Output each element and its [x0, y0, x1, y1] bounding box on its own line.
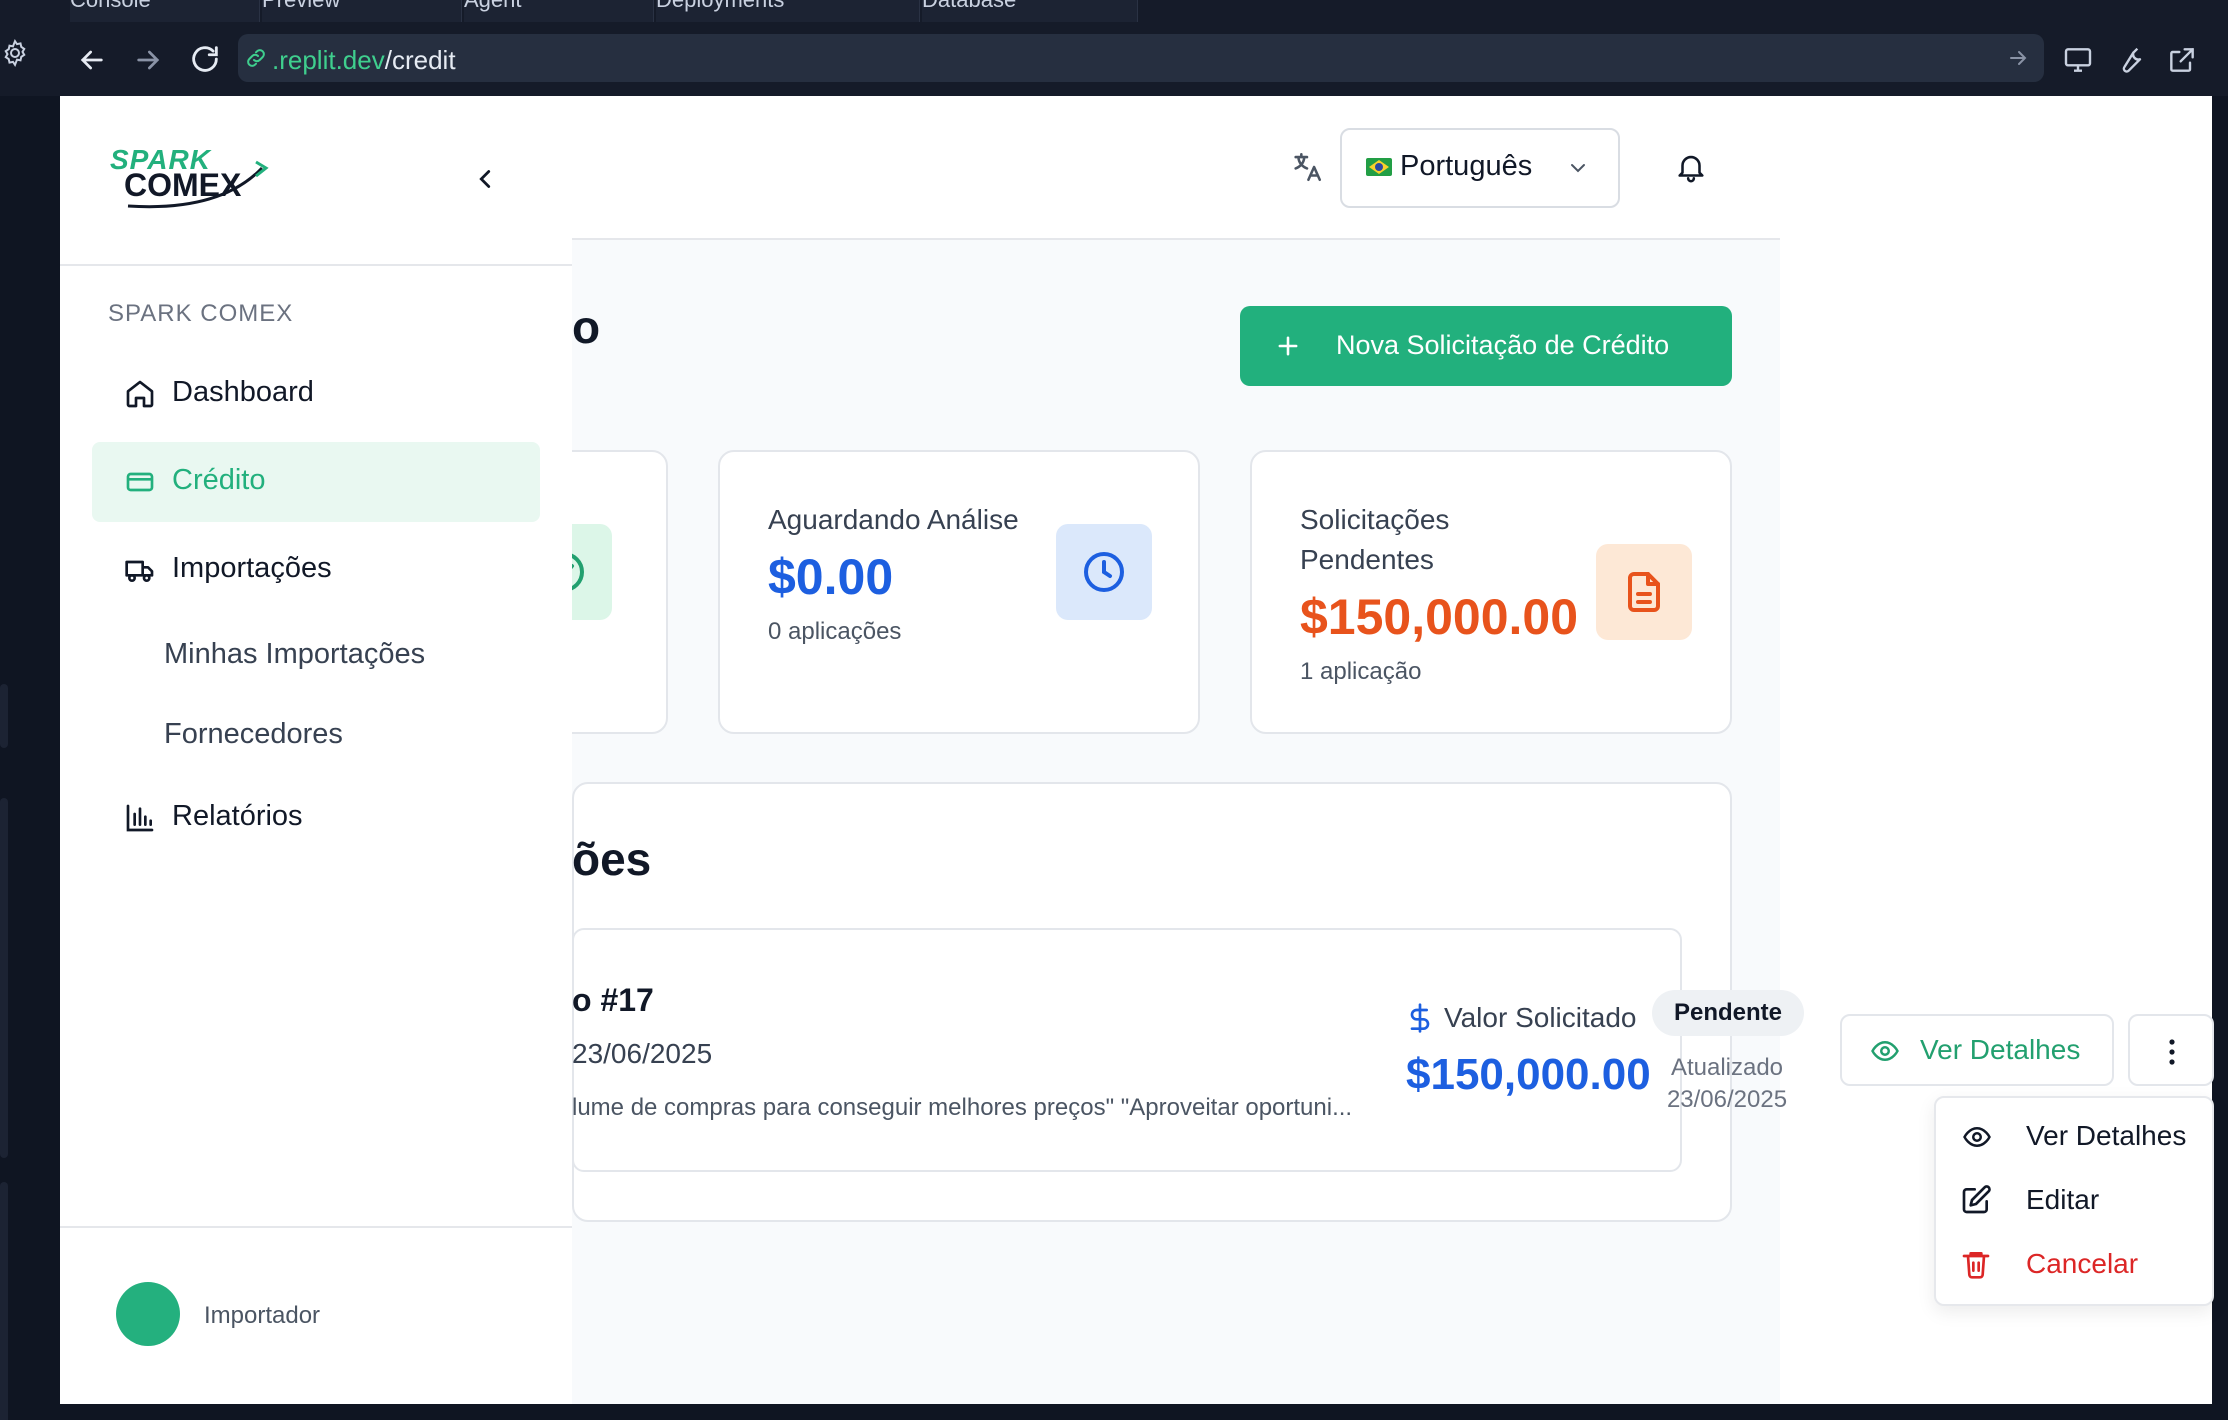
- plus-icon: [1274, 332, 1302, 360]
- updated-date: 23/06/2025: [1666, 1086, 1788, 1113]
- url-go-arrow-icon[interactable]: [2006, 46, 2030, 70]
- ide-tab-strip: Console Preview Agent Deployments Databa…: [0, 0, 2228, 22]
- sidebar-section-label: SPARK COMEX: [108, 300, 294, 327]
- settings-gear-icon[interactable]: [0, 38, 30, 68]
- stat-value: $150,000.00: [1300, 589, 1579, 645]
- eye-icon: [1960, 1122, 1994, 1152]
- url-text[interactable]: .replit.dev/credit: [272, 44, 456, 76]
- ide-tab-database[interactable]: Database: [922, 0, 1138, 22]
- menu-item-cancel[interactable]: Cancelar: [1936, 1234, 2212, 1294]
- eye-icon: [1868, 1036, 1902, 1066]
- dollar-icon: [1404, 1000, 1436, 1036]
- tab-label: Preview: [262, 0, 340, 12]
- spark-comex-logo[interactable]: SPARK COMEX: [110, 146, 270, 212]
- language-label: Português: [1400, 150, 1533, 182]
- bar-chart-icon: [124, 802, 156, 834]
- updated-label: Atualizado: [1670, 1054, 1784, 1081]
- menu-item-label: Editar: [2026, 1184, 2100, 1215]
- clock-icon: [1056, 524, 1152, 620]
- sidebar-subitem-suppliers[interactable]: Fornecedores: [164, 718, 343, 751]
- actions-dropdown-menu: Ver Detalhes Editar Cancelar: [1934, 1096, 2214, 1306]
- rail-chip: [0, 798, 8, 1158]
- menu-item-label: Cancelar: [2026, 1248, 2139, 1279]
- chevron-down-icon: [1566, 156, 1590, 180]
- reload-icon[interactable]: [188, 42, 222, 76]
- link-icon: [244, 46, 268, 70]
- sidebar-item-reports[interactable]: Relatórios: [92, 778, 540, 858]
- more-vertical-icon: [2160, 1036, 2184, 1068]
- user-role-label: Importador: [204, 1302, 321, 1329]
- credit-card-icon: [124, 466, 156, 498]
- back-arrow-icon[interactable]: [76, 44, 108, 76]
- edit-icon: [1960, 1184, 1992, 1216]
- logo-swoosh: [127, 160, 269, 209]
- collapse-sidebar-chevron-icon[interactable]: [470, 164, 500, 194]
- view-details-button[interactable]: Ver Detalhes: [1840, 1014, 2114, 1086]
- truck-icon: [124, 554, 156, 586]
- url-bar[interactable]: [238, 34, 2044, 82]
- brazil-flag-icon: [1366, 158, 1392, 176]
- sidebar-item-label: Dashboard: [172, 376, 314, 408]
- sidebar-item-label: Relatórios: [172, 800, 303, 832]
- requests-section-title: ões: [572, 833, 652, 885]
- view-details-label: Ver Detalhes: [1920, 1034, 2081, 1065]
- ide-left-rail: [0, 96, 60, 1420]
- rail-chip: [0, 1182, 8, 1420]
- stat-sub: 1 aplicação: [1300, 658, 1422, 685]
- home-icon: [124, 378, 156, 410]
- trash-icon: [1960, 1248, 1992, 1280]
- tab-label: Deployments: [656, 0, 784, 12]
- notification-bell-icon[interactable]: [1674, 150, 1708, 184]
- device-preview-icon[interactable]: [2062, 44, 2094, 76]
- sidebar-item-dashboard[interactable]: Dashboard: [92, 354, 540, 434]
- ide-tab-console[interactable]: Console: [70, 0, 260, 22]
- sidebar-subitem-my-imports[interactable]: Minhas Importações: [164, 638, 425, 671]
- tab-label: Console: [70, 0, 151, 12]
- page-title: o: [572, 301, 601, 353]
- menu-item-edit[interactable]: Editar: [1936, 1170, 2212, 1230]
- status-badge: Pendente: [1652, 990, 1804, 1036]
- stat-card-pending: Solicitações Pendentes $150,000.00 1 apl…: [1250, 450, 1732, 734]
- sidebar-item-label: Importações: [172, 552, 332, 584]
- request-description: lume de compras para conseguir melhores …: [572, 1094, 1353, 1121]
- devtools-wrench-icon[interactable]: [2114, 44, 2146, 76]
- stat-label: Aguardando Análise: [768, 504, 1019, 535]
- requested-value-label: Valor Solicitado: [1444, 1002, 1637, 1033]
- url-path: /credit: [384, 45, 456, 75]
- ide-tab-preview[interactable]: Preview: [262, 0, 462, 22]
- menu-item-label: Ver Detalhes: [2026, 1120, 2187, 1151]
- tab-label: Agent: [464, 0, 522, 12]
- stat-card-awaiting: Aguardando Análise $0.00 0 aplicações: [718, 450, 1200, 734]
- request-title: o #17: [572, 982, 654, 1018]
- sidebar-item-credit[interactable]: Crédito: [92, 442, 540, 522]
- stat-sub: 0 aplicações: [768, 618, 902, 645]
- url-domain: .replit.dev: [272, 45, 385, 75]
- request-date: 23/06/2025: [572, 1038, 713, 1069]
- ide-tab-agent[interactable]: Agent: [464, 0, 654, 22]
- translate-icon[interactable]: [1290, 150, 1324, 184]
- tab-label: Database: [922, 0, 1016, 12]
- forward-arrow-icon[interactable]: [132, 44, 164, 76]
- avatar[interactable]: [116, 1282, 180, 1346]
- new-credit-request-button[interactable]: Nova Solicitação de Crédito: [1240, 306, 1732, 386]
- stat-value: $0.00: [768, 549, 894, 605]
- sidebar-footer-divider: [60, 1226, 572, 1228]
- stat-label: Solicitações Pendentes: [1300, 504, 1450, 575]
- sidebar-item-imports[interactable]: Importações: [92, 530, 540, 610]
- sidebar-item-label: Crédito: [172, 464, 266, 496]
- updated-info: Atualizado 23/06/2025: [1660, 1052, 1794, 1116]
- document-icon: [1596, 544, 1692, 640]
- menu-item-view-details[interactable]: Ver Detalhes: [1936, 1106, 2212, 1166]
- rail-chip: [0, 684, 8, 748]
- more-actions-button[interactable]: [2128, 1014, 2214, 1086]
- requested-value: $150,000.00: [1406, 1050, 1651, 1099]
- open-new-tab-icon[interactable]: [2166, 44, 2198, 76]
- ide-tab-deployments[interactable]: Deployments: [656, 0, 920, 22]
- new-credit-request-label: Nova Solicitação de Crédito: [1336, 330, 1670, 360]
